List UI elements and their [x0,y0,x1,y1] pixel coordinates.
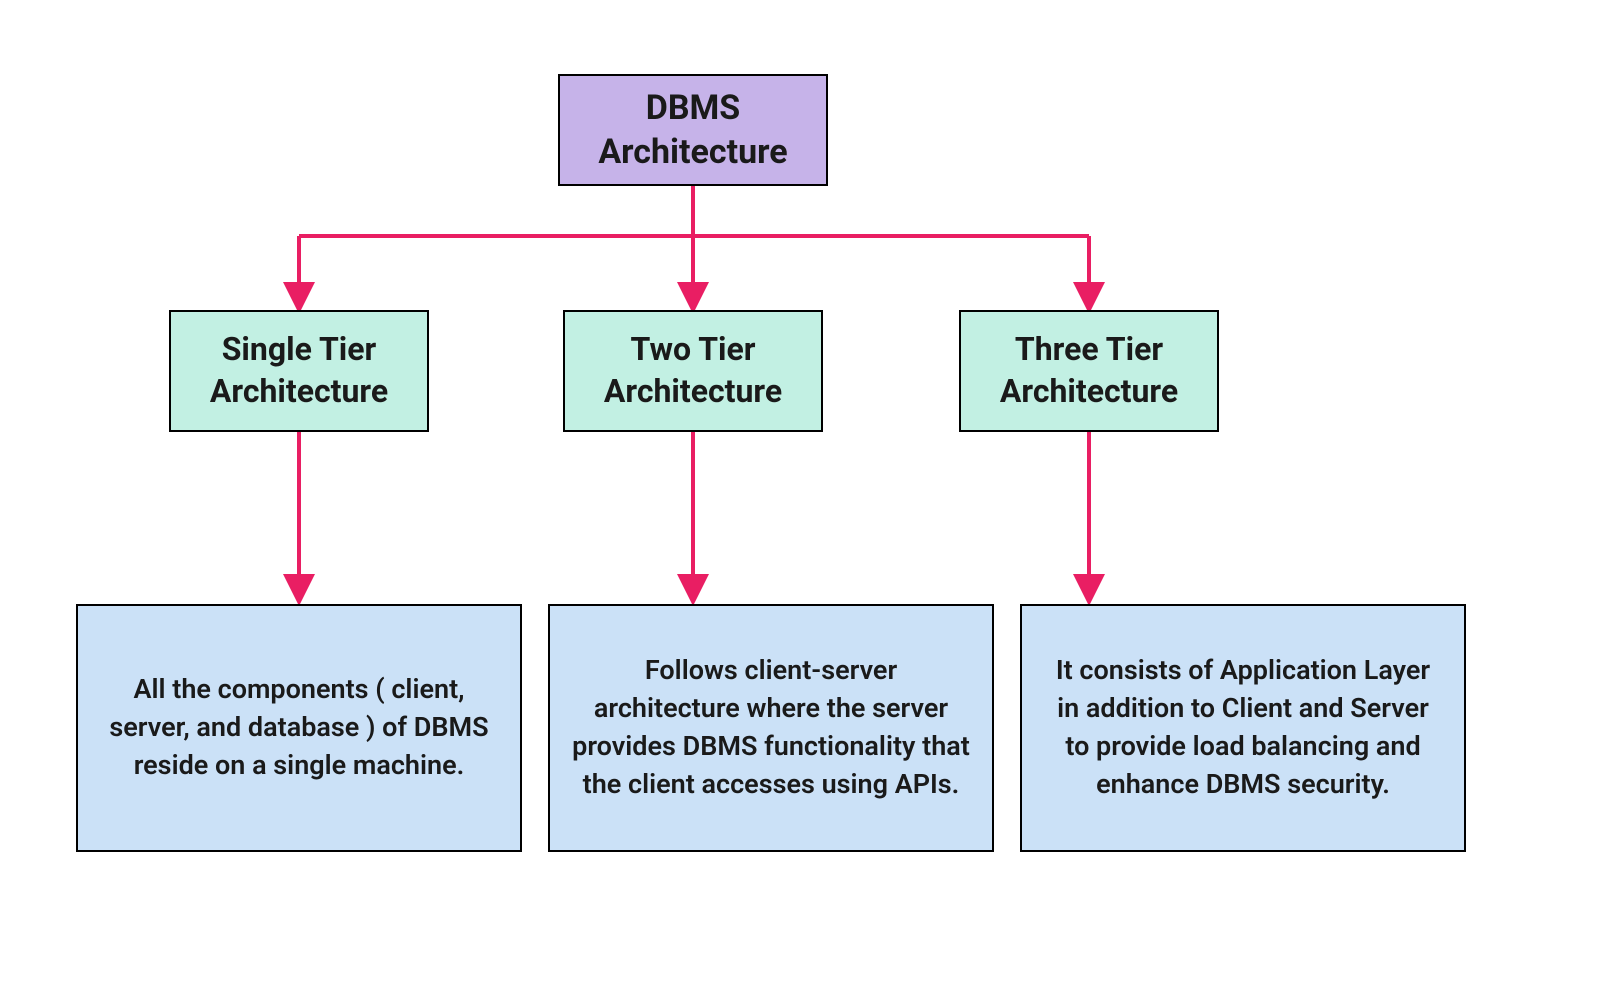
desc-node-single: All the components ( client, server, and… [76,604,522,852]
desc-node-text: It consists of Application Layer in addi… [1042,652,1444,803]
tier-node-two: Two Tier Architecture [563,310,823,432]
tier-node-label: Three Tier Architecture [1000,329,1178,412]
tier-node-single: Single Tier Architecture [169,310,429,432]
tier-node-label: Two Tier Architecture [604,329,782,412]
desc-node-text: All the components ( client, server, and… [98,671,500,784]
tier-node-three: Three Tier Architecture [959,310,1219,432]
root-node-label: DBMS Architecture [598,86,787,174]
desc-node-text: Follows client-server architecture where… [570,652,972,803]
tier-node-label: Single Tier Architecture [210,329,388,412]
desc-node-three: It consists of Application Layer in addi… [1020,604,1466,852]
desc-node-two: Follows client-server architecture where… [548,604,994,852]
root-node: DBMS Architecture [558,74,828,186]
